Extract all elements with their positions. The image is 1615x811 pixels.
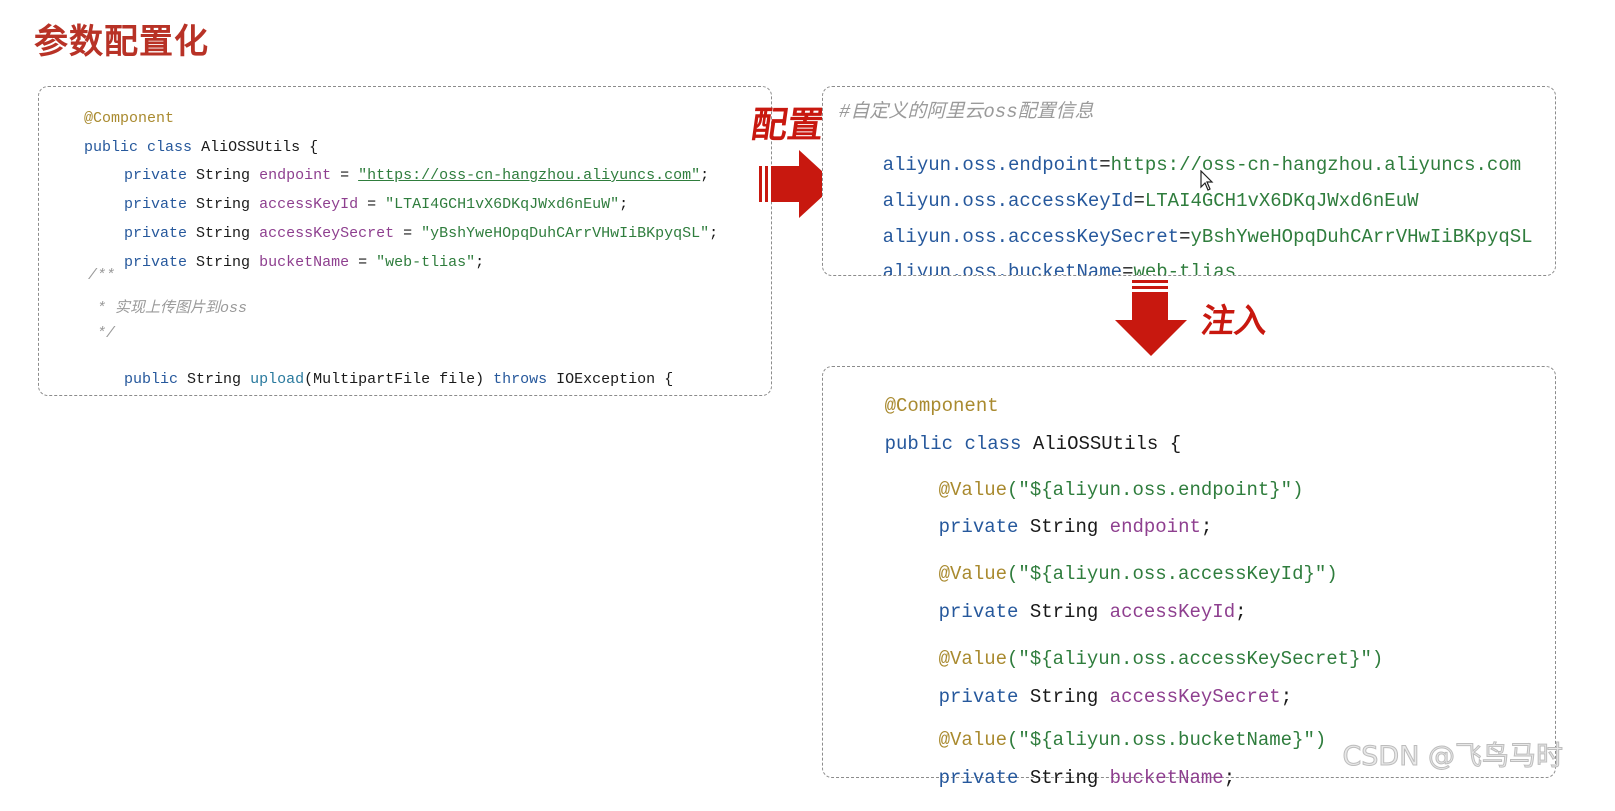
doc-comment-line: */ <box>88 325 116 342</box>
method-signature: public String upload(MultipartFile file)… <box>124 371 674 388</box>
field-line: private String bucketName = "web-tlias"; <box>124 254 485 271</box>
page-title: 参数配置化 <box>34 22 209 62</box>
doc-comment-line: /** <box>88 267 116 284</box>
properties-comment: #自定义的阿里云oss配置信息 <box>839 101 1094 123</box>
properties-panel: #自定义的阿里云oss配置信息 aliyun.oss.endpoint=http… <box>822 86 1556 276</box>
config-label: 配置 <box>748 105 827 146</box>
mouse-cursor-icon <box>1200 170 1214 191</box>
left-code-panel: @Component public class AliOSSUtils { pr… <box>38 86 772 396</box>
inject-label: 注入 <box>1198 301 1271 340</box>
injected-code-panel: @Component public class AliOSSUtils { @V… <box>822 366 1556 789</box>
property-entry: aliyun.oss.bucketName=web-tlias <box>882 261 1237 276</box>
field-line: private String bucketName; <box>938 767 1236 789</box>
doc-comment-line: * 实现上传图片到oss <box>88 300 248 317</box>
arrow-down-icon <box>1115 280 1187 356</box>
watermark: CSDN @飞鸟马时 <box>1342 741 1564 773</box>
